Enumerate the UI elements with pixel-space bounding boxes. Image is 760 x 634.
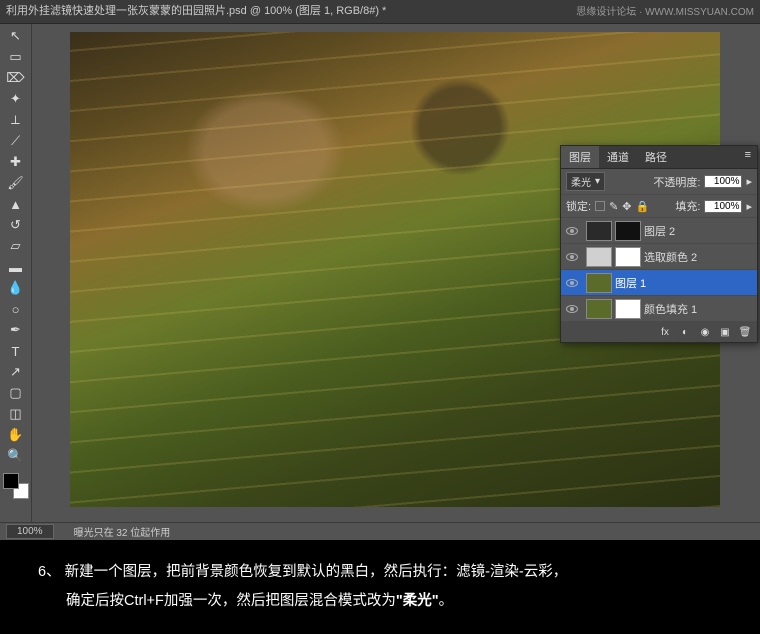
hand-tool[interactable]: ✋ <box>5 425 27 445</box>
eye-icon <box>566 227 578 235</box>
panel-menu-icon[interactable]: ≡ <box>739 146 757 168</box>
visibility-toggle[interactable] <box>561 227 583 235</box>
caption-quote: "柔光" <box>396 593 439 609</box>
title-bar: 利用外挂滤镜快速处理一张灰蒙蒙的田园照片.psd @ 100% (图层 1, R… <box>0 0 760 20</box>
visibility-toggle[interactable] <box>561 279 583 287</box>
panel-footer-button[interactable]: ◐ <box>678 325 692 339</box>
layer-thumbnail[interactable] <box>586 221 612 241</box>
visibility-toggle[interactable] <box>561 253 583 261</box>
lock-move-icon[interactable]: ✥ <box>622 200 631 213</box>
caption-line-2a: 确定后按Ctrl+F加强一次，然后把图层混合模式改为 <box>66 593 396 609</box>
document-title: 利用外挂滤镜快速处理一张灰蒙蒙的田园照片.psd @ 100% (图层 1, R… <box>6 2 576 18</box>
layer-mask-thumbnail[interactable] <box>615 299 641 319</box>
step-number: 6、 <box>38 564 61 580</box>
layer-thumbnail[interactable] <box>586 247 612 267</box>
layer-row[interactable]: 选取颜色 2 <box>561 244 757 270</box>
chevron-down-icon: ▾ <box>595 176 600 187</box>
layer-name-label[interactable]: 图层 2 <box>644 223 675 239</box>
lock-fill-row: 锁定: ✎ ✥ 🔒 填充: 100% ▸ <box>561 195 757 218</box>
panel-tabs: 图层通道路径 ≡ <box>561 146 757 169</box>
healing-brush-tool[interactable]: ✚ <box>5 152 27 172</box>
tools-panel: ↖▭⌦✦⟂⟋✚🖌▲↺▱▬💧○✒T↗▢◫✋🔍 <box>0 24 32 522</box>
color-swatches[interactable] <box>3 473 29 499</box>
brush-tool[interactable]: 🖌 <box>5 173 27 193</box>
type-tool[interactable]: T <box>5 341 27 361</box>
layer-name-label[interactable]: 图层 1 <box>615 275 646 291</box>
layer-thumbnail[interactable] <box>586 299 612 319</box>
rectangle-tool[interactable]: ▢ <box>5 383 27 403</box>
tutorial-caption: 6、新建一个图层，把前背景颜色恢复到默认的黑白，然后执行：滤镜-渲染-云彩， 确… <box>0 540 760 634</box>
magic-wand-tool[interactable]: ✦ <box>5 89 27 109</box>
visibility-toggle[interactable] <box>561 305 583 313</box>
zoom-display[interactable]: 100% <box>6 524 54 539</box>
move-tool[interactable]: ↖ <box>5 26 27 46</box>
eye-icon <box>566 305 578 313</box>
fill-label: 填充: <box>675 198 700 214</box>
fill-input[interactable]: 100% <box>704 200 742 213</box>
caption-line-1: 新建一个图层，把前背景颜色恢复到默认的黑白，然后执行：滤镜-渲染-云彩， <box>65 564 568 580</box>
layer-mask-thumbnail[interactable] <box>615 221 641 241</box>
watermark: 思缘设计论坛 · WWW.MISSYUAN.COM <box>576 3 754 18</box>
lock-label: 锁定: <box>566 198 591 214</box>
blur-tool[interactable]: 💧 <box>5 278 27 298</box>
opacity-label: 不透明度: <box>653 174 700 190</box>
panel-footer-button[interactable]: 🗑 <box>738 325 752 339</box>
dodge-tool[interactable]: ○ <box>5 299 27 319</box>
history-brush-tool[interactable]: ↺ <box>5 215 27 235</box>
eye-icon <box>566 279 578 287</box>
marquee-tool[interactable]: ▭ <box>5 47 27 67</box>
panel-footer-button[interactable]: ◉ <box>698 325 712 339</box>
panel-footer-button[interactable]: fx <box>658 325 672 339</box>
status-bar: 100% 曝光只在 32 位起作用 <box>0 522 760 540</box>
chevron-down-icon[interactable]: ▸ <box>746 200 752 213</box>
layers-list: 图层 2 选取颜色 2 图层 1 颜色填充 1 <box>561 218 757 322</box>
zoom-tool[interactable]: 🔍 <box>5 446 27 466</box>
lock-all-icon[interactable]: 🔒 <box>636 200 650 213</box>
panel-tab-通道[interactable]: 通道 <box>599 146 637 168</box>
foreground-color-swatch[interactable] <box>3 473 19 489</box>
panel-tab-路径[interactable]: 路径 <box>637 146 675 168</box>
layer-name-label[interactable]: 颜色填充 1 <box>644 301 697 317</box>
3d-tool[interactable]: ◫ <box>5 404 27 424</box>
eraser-tool[interactable]: ▱ <box>5 236 27 256</box>
pen-tool[interactable]: ✒ <box>5 320 27 340</box>
layer-row[interactable]: 颜色填充 1 <box>561 296 757 322</box>
panel-tab-图层[interactable]: 图层 <box>561 146 599 168</box>
lock-transparent-icon[interactable] <box>595 201 605 211</box>
layer-mask-thumbnail[interactable] <box>615 247 641 267</box>
layer-row[interactable]: 图层 1 <box>561 270 757 296</box>
lock-brush-icon[interactable]: ✎ <box>609 200 618 213</box>
chevron-down-icon[interactable]: ▸ <box>746 175 752 188</box>
gradient-tool[interactable]: ▬ <box>5 257 27 277</box>
status-info: 曝光只在 32 位起作用 <box>74 524 171 539</box>
panel-footer-button[interactable]: ▣ <box>718 325 732 339</box>
blend-mode-dropdown[interactable]: 柔光▾ <box>566 172 605 191</box>
lasso-tool[interactable]: ⌦ <box>5 68 27 88</box>
blend-opacity-row: 柔光▾ 不透明度: 100% ▸ <box>561 169 757 195</box>
eyedropper-tool[interactable]: ⟋ <box>5 131 27 151</box>
caption-line-2b: 。 <box>439 593 454 609</box>
eye-icon <box>566 253 578 261</box>
layer-thumbnail[interactable] <box>586 273 612 293</box>
layer-name-label[interactable]: 选取颜色 2 <box>644 249 697 265</box>
path-select-tool[interactable]: ↗ <box>5 362 27 382</box>
opacity-input[interactable]: 100% <box>704 175 742 188</box>
layer-row[interactable]: 图层 2 <box>561 218 757 244</box>
crop-tool[interactable]: ⟂ <box>5 110 27 130</box>
clone-stamp-tool[interactable]: ▲ <box>5 194 27 214</box>
panel-footer: fx ◐ ◉ ▣ 🗑 <box>561 322 757 342</box>
layers-panel[interactable]: 图层通道路径 ≡ 柔光▾ 不透明度: 100% ▸ 锁定: ✎ ✥ 🔒 填充: 1… <box>560 145 758 343</box>
